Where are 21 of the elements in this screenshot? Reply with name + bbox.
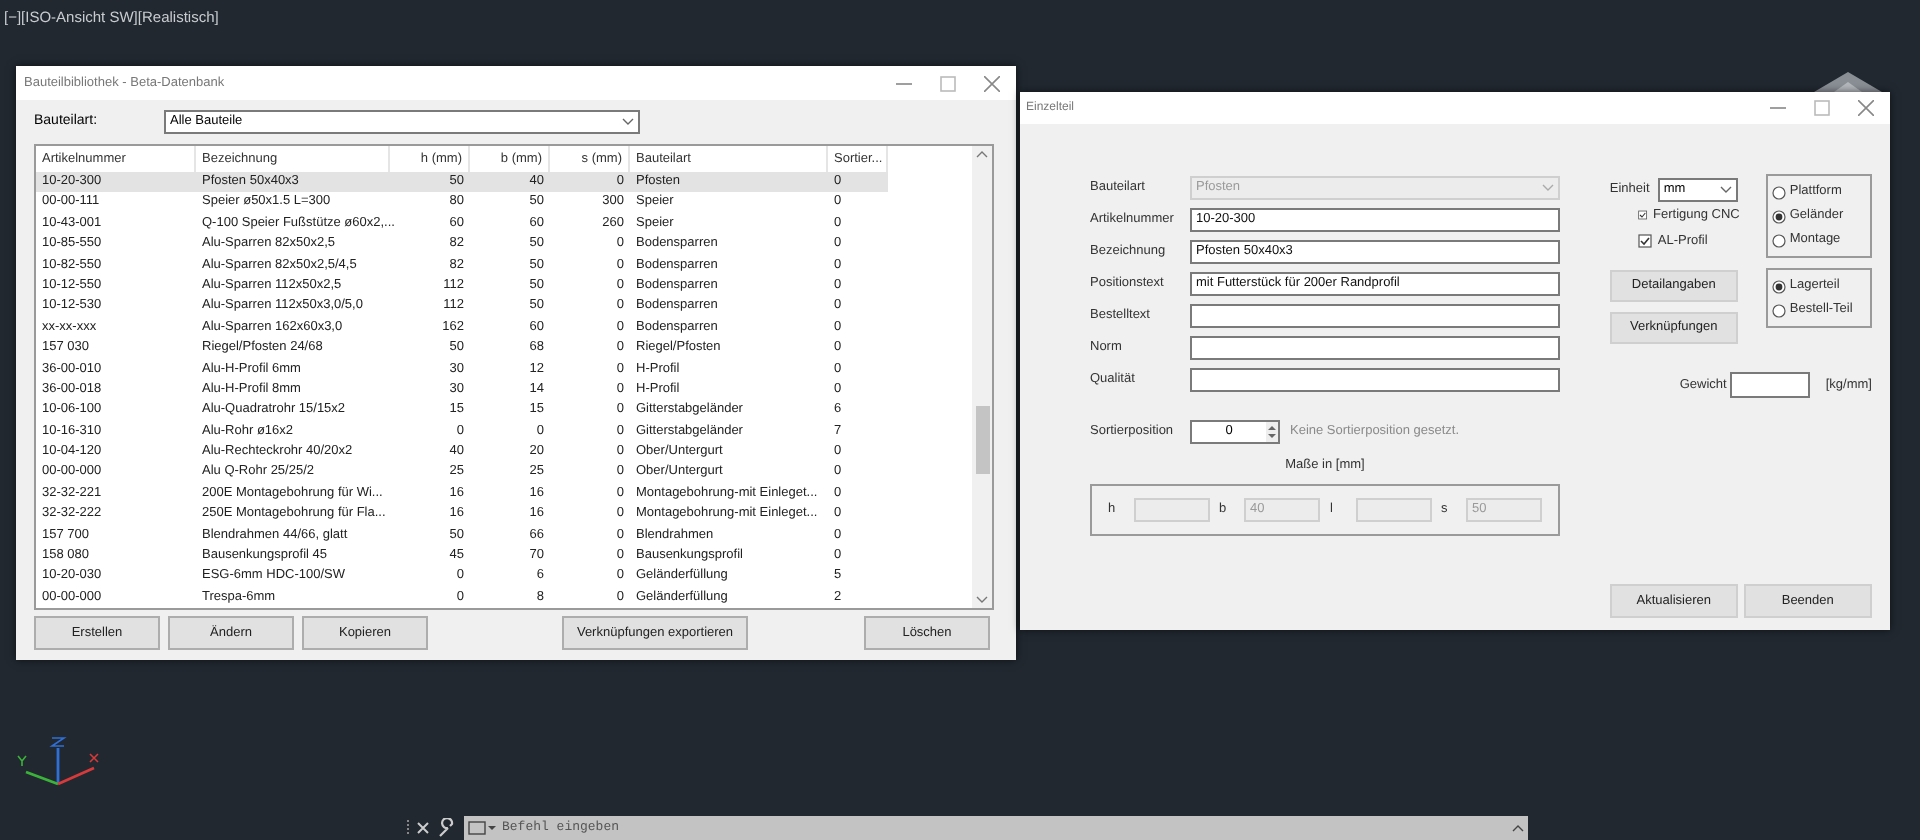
expand-icon[interactable] [1512, 824, 1524, 832]
scroll-down-icon[interactable] [976, 596, 988, 604]
scroll-thumb[interactable] [975, 406, 989, 474]
radio-button[interactable] [1771, 233, 1786, 247]
radio-button[interactable] [1771, 209, 1786, 223]
chevron-icon[interactable] [622, 118, 634, 126]
checkbox[interactable] [1637, 234, 1652, 248]
chevron-icon[interactable] [1719, 186, 1732, 194]
spinner-arrows-icon[interactable] [1266, 421, 1278, 441]
input-field[interactable] [1190, 335, 1560, 359]
scrollbar[interactable] [972, 146, 992, 608]
checkbox[interactable] [1637, 208, 1648, 222]
input-field[interactable] [1190, 303, 1560, 327]
input-field[interactable] [1190, 367, 1560, 391]
radio-button[interactable] [1771, 303, 1786, 317]
radio-button[interactable] [1771, 185, 1786, 199]
grip-icon[interactable] [406, 818, 412, 838]
radio-button[interactable] [1771, 279, 1786, 293]
terminal-icon[interactable] [468, 820, 496, 836]
scroll-up-icon[interactable] [976, 150, 988, 158]
input-field[interactable] [1729, 372, 1810, 398]
